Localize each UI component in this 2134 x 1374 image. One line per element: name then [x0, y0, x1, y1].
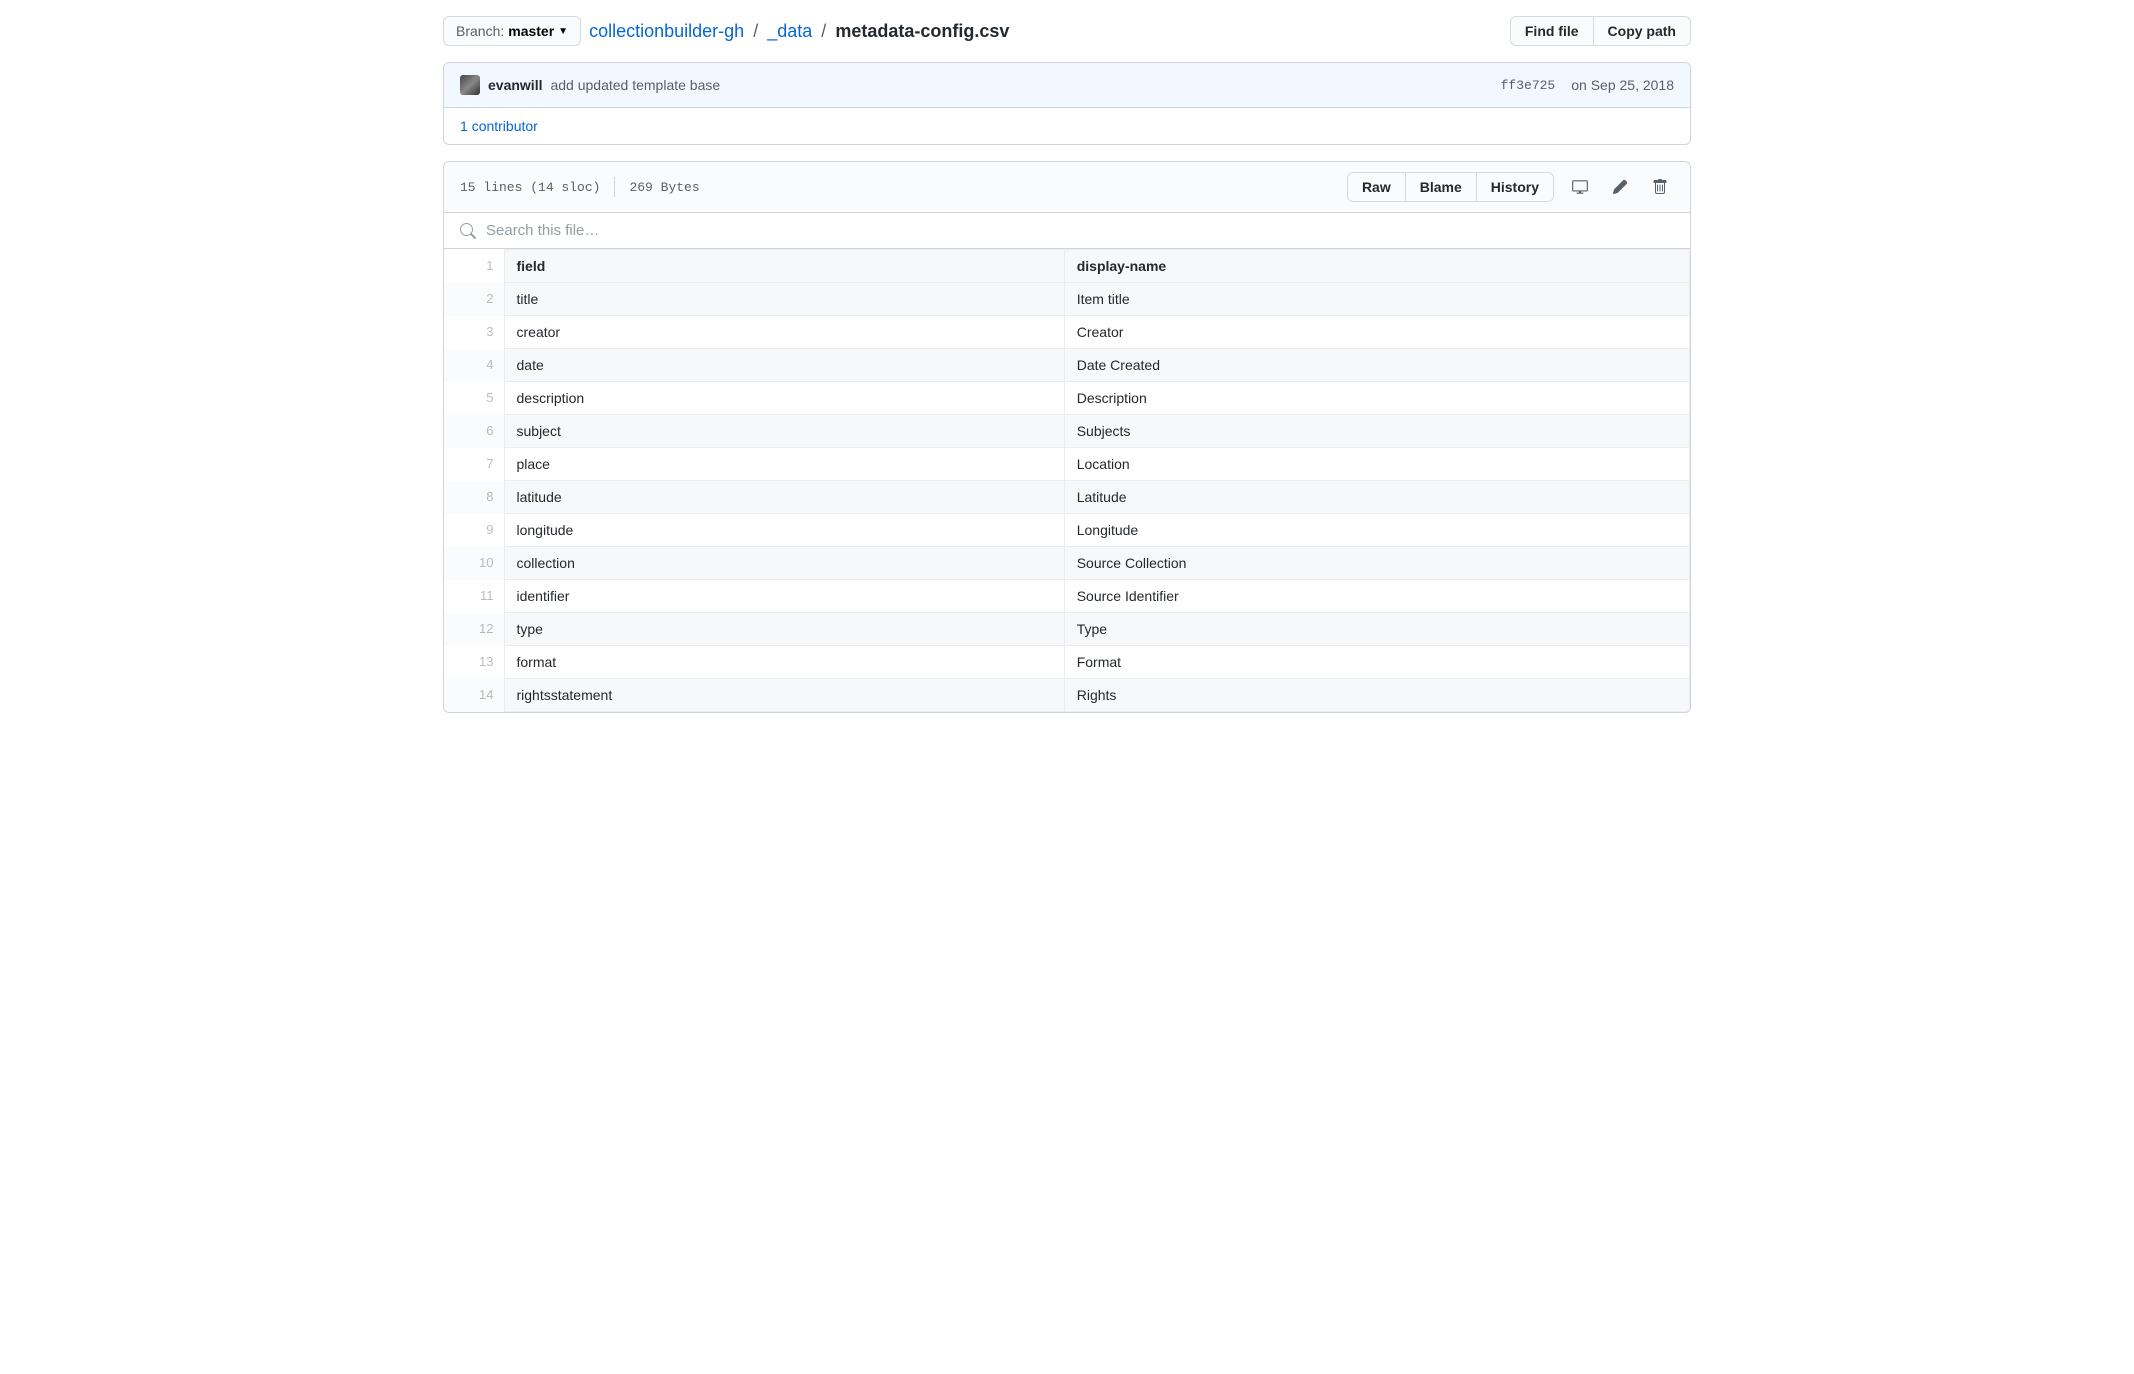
trash-icon[interactable]	[1646, 173, 1674, 201]
cell: Location	[1064, 448, 1689, 481]
csv-table: 1fielddisplay-name2titleItem title3creat…	[444, 249, 1690, 712]
search-input[interactable]	[484, 221, 1674, 240]
cell: collection	[504, 547, 1064, 580]
cell: rightsstatement	[504, 679, 1064, 712]
table-row: 1fielddisplay-name	[444, 250, 1690, 283]
table-row: 5descriptionDescription	[444, 382, 1690, 415]
cell: field	[504, 250, 1064, 283]
cell: format	[504, 646, 1064, 679]
cell: place	[504, 448, 1064, 481]
table-row: 13formatFormat	[444, 646, 1690, 679]
line-number[interactable]: 1	[444, 250, 504, 283]
table-row: 9longitudeLongitude	[444, 514, 1690, 547]
cell: description	[504, 382, 1064, 415]
find-file-button[interactable]: Find file	[1510, 16, 1594, 46]
commit-author[interactable]: evanwill	[488, 77, 542, 93]
commit-message[interactable]: add updated template base	[550, 77, 720, 93]
cell: Description	[1064, 382, 1689, 415]
breadcrumb-file: metadata-config.csv	[835, 21, 1009, 41]
cell: display-name	[1064, 250, 1689, 283]
line-number[interactable]: 3	[444, 316, 504, 349]
line-number[interactable]: 13	[444, 646, 504, 679]
caret-down-icon: ▼	[558, 26, 568, 37]
cell: Rights	[1064, 679, 1689, 712]
cell: date	[504, 349, 1064, 382]
breadcrumb-dir[interactable]: _data	[767, 21, 812, 41]
cell: latitude	[504, 481, 1064, 514]
divider	[614, 177, 615, 197]
line-number[interactable]: 5	[444, 382, 504, 415]
commit-date: on Sep 25, 2018	[1571, 77, 1674, 93]
cell: creator	[504, 316, 1064, 349]
cell: longitude	[504, 514, 1064, 547]
line-number[interactable]: 7	[444, 448, 504, 481]
table-row: 11identifierSource Identifier	[444, 580, 1690, 613]
table-row: 2titleItem title	[444, 283, 1690, 316]
table-row: 10collectionSource Collection	[444, 547, 1690, 580]
table-row: 6subjectSubjects	[444, 415, 1690, 448]
breadcrumb-repo[interactable]: collectionbuilder-gh	[589, 21, 744, 41]
cell: Type	[1064, 613, 1689, 646]
table-row: 3creatorCreator	[444, 316, 1690, 349]
copy-path-button[interactable]: Copy path	[1593, 16, 1691, 46]
file-lines: 15 lines (14 sloc)	[460, 180, 600, 195]
cell: Subjects	[1064, 415, 1689, 448]
branch-select[interactable]: Branch: master ▼	[443, 16, 581, 46]
branch-value: master	[508, 23, 554, 39]
line-number[interactable]: 8	[444, 481, 504, 514]
cell: type	[504, 613, 1064, 646]
line-number[interactable]: 6	[444, 415, 504, 448]
blame-button[interactable]: Blame	[1405, 172, 1477, 202]
cell: Source Collection	[1064, 547, 1689, 580]
cell: Creator	[1064, 316, 1689, 349]
cell: Latitude	[1064, 481, 1689, 514]
line-number[interactable]: 10	[444, 547, 504, 580]
avatar[interactable]	[460, 75, 480, 95]
table-row: 4dateDate Created	[444, 349, 1690, 382]
cell: Item title	[1064, 283, 1689, 316]
table-row: 12typeType	[444, 613, 1690, 646]
cell: Longitude	[1064, 514, 1689, 547]
file-size: 269 Bytes	[629, 180, 699, 195]
contributors-link[interactable]: 1 contributor	[460, 118, 538, 134]
cell: Format	[1064, 646, 1689, 679]
cell: subject	[504, 415, 1064, 448]
commit-sha[interactable]: ff3e725	[1501, 78, 1556, 93]
pencil-icon[interactable]	[1606, 173, 1634, 201]
raw-button[interactable]: Raw	[1347, 172, 1406, 202]
line-number[interactable]: 2	[444, 283, 504, 316]
desktop-icon[interactable]	[1566, 173, 1594, 201]
line-number[interactable]: 14	[444, 679, 504, 712]
breadcrumb: collectionbuilder-gh / _data / metadata-…	[589, 21, 1009, 42]
search-icon	[460, 223, 476, 239]
cell: Date Created	[1064, 349, 1689, 382]
cell: title	[504, 283, 1064, 316]
line-number[interactable]: 11	[444, 580, 504, 613]
cell: identifier	[504, 580, 1064, 613]
line-number[interactable]: 4	[444, 349, 504, 382]
branch-label: Branch:	[456, 23, 504, 39]
table-row: 14rightsstatementRights	[444, 679, 1690, 712]
cell: Source Identifier	[1064, 580, 1689, 613]
table-row: 7placeLocation	[444, 448, 1690, 481]
table-row: 8latitudeLatitude	[444, 481, 1690, 514]
line-number[interactable]: 9	[444, 514, 504, 547]
history-button[interactable]: History	[1476, 172, 1554, 202]
line-number[interactable]: 12	[444, 613, 504, 646]
